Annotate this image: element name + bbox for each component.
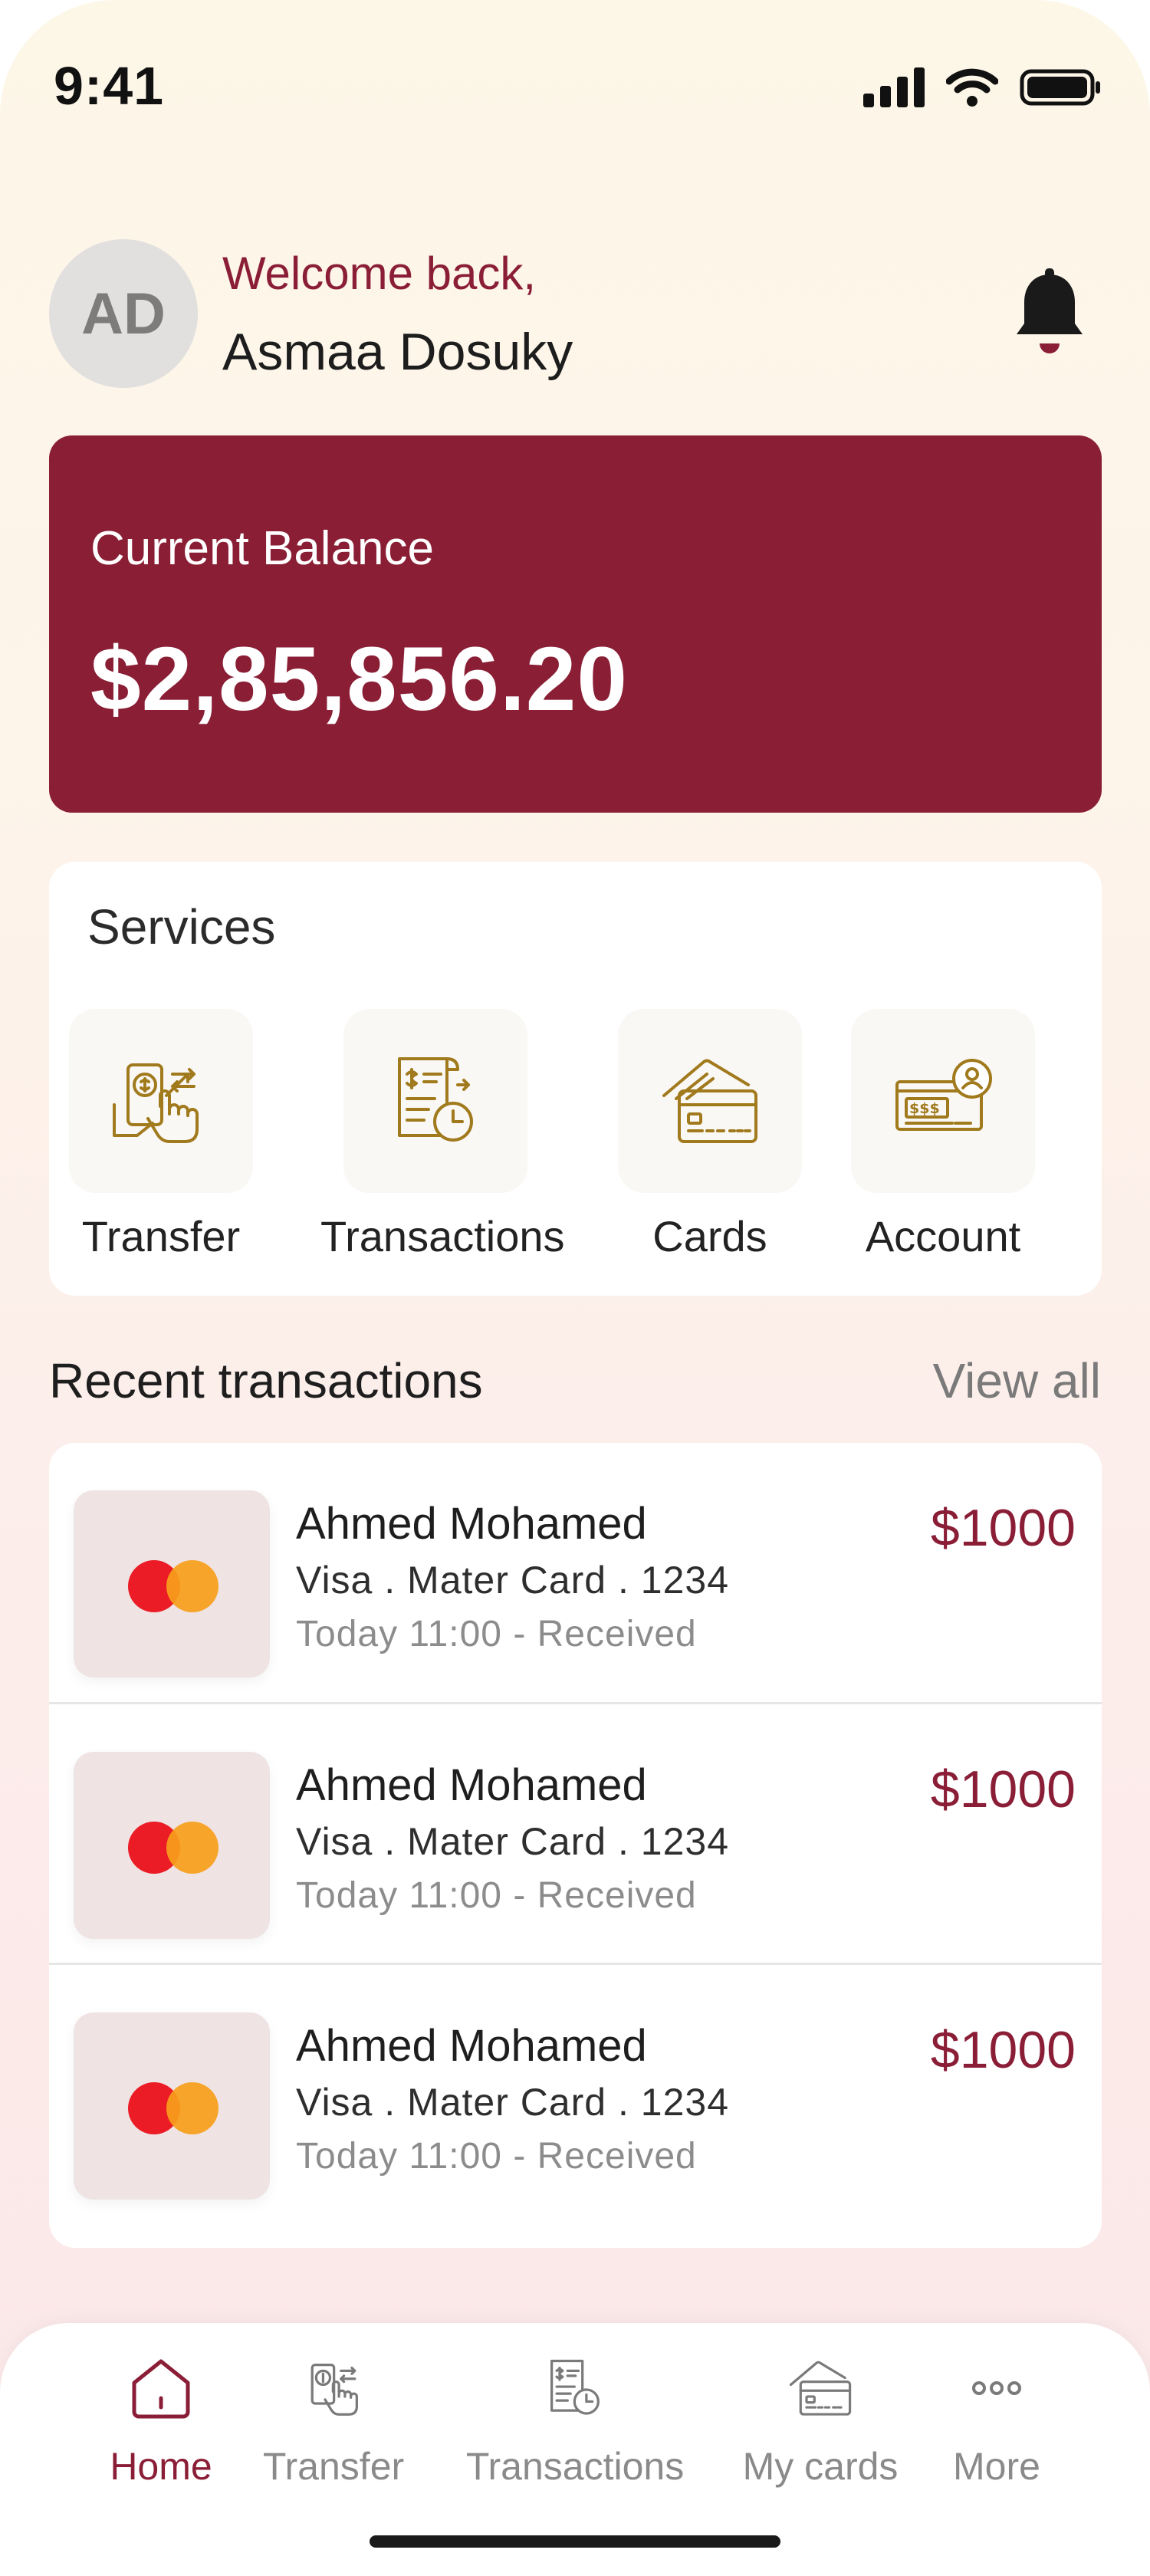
nav-transfer[interactable]: Transfer: [253, 2346, 414, 2489]
status-icons: [863, 67, 1102, 107]
transaction-time: Today 11:00 - Received: [296, 1614, 697, 1654]
services-card: Services Transfer Transactions Cards $$$…: [49, 862, 1102, 1296]
transaction-time: Today 11:00 - Received: [296, 2136, 697, 2177]
phone-screen: 9:41 AD Welcome back, Asmaa Dosuky Curre…: [0, 0, 1150, 2576]
nav-label: My cards: [742, 2445, 899, 2488]
battery-icon: [1020, 69, 1100, 106]
transfer-icon: [310, 2364, 358, 2416]
transaction-amount: $1000: [930, 2021, 1076, 2079]
nav-transactions[interactable]: Transactions: [452, 2346, 698, 2489]
transaction-row[interactable]: Ahmed Mohamed Visa . Mater Card . 1234 T…: [49, 1443, 1102, 1704]
service-label: Cards: [652, 1212, 767, 1260]
avatar[interactable]: AD: [49, 239, 198, 388]
bell-icon[interactable]: [1010, 268, 1089, 359]
service-tile: $$$: [851, 1009, 1035, 1193]
transactions-icon: [550, 2359, 600, 2415]
transaction-name: Ahmed Mohamed: [296, 2021, 647, 2071]
service-label: Account: [865, 1212, 1021, 1260]
transaction-card: Visa . Mater Card . 1234: [296, 1559, 730, 1602]
balance-label: Current Balance: [90, 522, 435, 575]
transaction-row[interactable]: Ahmed Mohamed Visa . Mater Card . 1234 T…: [49, 1702, 1102, 1963]
nav-label: Transfer: [262, 2445, 405, 2488]
services-title: Services: [87, 899, 276, 955]
mastercard-logo: [74, 1490, 270, 1677]
cards-icon: [662, 1059, 757, 1143]
service-tile: [343, 1009, 527, 1193]
more-icon: [972, 2381, 1021, 2395]
nav-more[interactable]: More: [935, 2346, 1058, 2489]
nav-label: More: [953, 2445, 1040, 2488]
service-tile: [69, 1009, 253, 1193]
transaction-row[interactable]: Ahmed Mohamed Visa . Mater Card . 1234 T…: [49, 1963, 1102, 2223]
transaction-name: Ahmed Mohamed: [296, 1499, 647, 1549]
home-indicator[interactable]: [370, 2535, 780, 2548]
nav-my-cards[interactable]: My cards: [728, 2346, 912, 2489]
service-label: Transactions: [320, 1212, 565, 1260]
mastercard-logo: [74, 2013, 270, 2200]
transaction-amount: $1000: [930, 1760, 1076, 1819]
view-all-link[interactable]: View all: [933, 1352, 1101, 1409]
balance-value: $2,85,856.20: [90, 629, 628, 730]
service-cards[interactable]: Cards: [595, 1009, 825, 1261]
user-name: Asmaa Dosuky: [222, 323, 573, 381]
service-label: Transfer: [81, 1212, 241, 1260]
svg-text:$$$: $$$: [909, 1100, 940, 1117]
nav-label: Home: [110, 2445, 212, 2488]
status-time: 9:41: [54, 56, 165, 116]
service-account[interactable]: $$$ Account: [828, 1009, 1058, 1261]
balance-card: Current Balance $2,85,856.20: [49, 435, 1102, 813]
wifi-icon: [946, 68, 998, 107]
home-icon: [132, 2359, 190, 2419]
signal-icon: [863, 67, 925, 107]
service-transactions[interactable]: Transactions: [320, 1009, 565, 1261]
transaction-card: Visa . Mater Card . 1234: [296, 2081, 730, 2124]
transaction-card: Visa . Mater Card . 1234: [296, 1820, 730, 1863]
mastercard-logo: [74, 1752, 270, 1939]
nav-home[interactable]: Home: [92, 2346, 230, 2489]
recent-transactions-title: Recent transactions: [49, 1353, 483, 1408]
transaction-name: Ahmed Mohamed: [296, 1760, 647, 1810]
transaction-time: Today 11:00 - Received: [296, 1875, 697, 1916]
nav-label: Transactions: [465, 2445, 685, 2488]
account-icon: $$$: [895, 1059, 992, 1131]
service-tile: [618, 1009, 802, 1193]
cards-icon: [789, 2361, 852, 2416]
transactions-list: Ahmed Mohamed Visa . Mater Card . 1234 T…: [49, 1443, 1102, 2248]
transaction-amount: $1000: [930, 1499, 1076, 1557]
service-transfer[interactable]: Transfer: [46, 1009, 276, 1261]
welcome-text: Welcome back,: [222, 248, 537, 299]
transactions-icon: [398, 1057, 473, 1142]
transfer-icon: [113, 1063, 199, 1143]
